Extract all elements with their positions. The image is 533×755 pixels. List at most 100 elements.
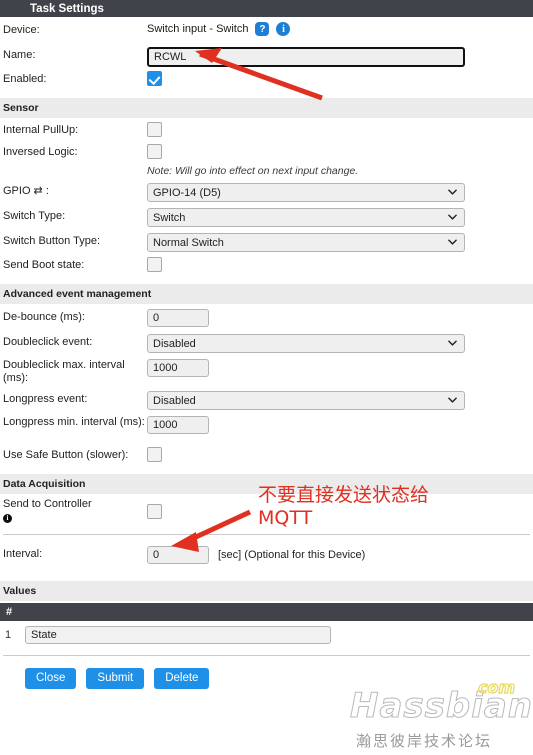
interval-label: Interval: (3, 548, 43, 560)
debounce-input-wrap (147, 306, 533, 327)
chevron-down-icon (448, 214, 457, 220)
inversed-logic-wrap (147, 142, 533, 159)
safe-button-row: Use Safe Button (slower): (0, 445, 533, 469)
section-header-values: Values (0, 581, 533, 601)
close-button[interactable]: Close (25, 668, 77, 689)
device-row: Device: Switch input - Switch ? i (0, 20, 533, 43)
longpress-event-select-wrap: Disabled (147, 388, 533, 410)
divider (3, 534, 530, 535)
debounce-input[interactable] (147, 309, 209, 327)
safe-button-wrap (147, 445, 533, 462)
switch-type-label: Switch Type: (3, 210, 66, 222)
send-to-controller-checkbox[interactable] (147, 504, 162, 519)
values-table-header: # (0, 603, 533, 621)
task-settings-form: Device: Switch input - Switch ? i Name: … (0, 20, 533, 689)
longpress-interval-input[interactable] (147, 416, 209, 434)
send-to-controller-label-wrap: Send to Controller i (0, 496, 147, 523)
divider-bottom (3, 655, 530, 656)
enabled-label: Enabled: (3, 73, 47, 85)
switch-type-row: Switch Type: Switch (0, 205, 533, 230)
table-row: 1 (0, 621, 533, 649)
doubleclick-event-select-value: Disabled (153, 337, 196, 350)
inversed-logic-row: Inversed Logic: (0, 142, 533, 164)
window-title-bar: Task Settings (0, 0, 533, 17)
switch-button-type-select[interactable]: Normal Switch (147, 233, 465, 252)
interval-row: Interval: [sec] (Optional for this Devic… (0, 543, 533, 568)
gpio-label: GPIO ⇄ : (3, 185, 49, 197)
longpress-event-label: Longpress event: (3, 393, 88, 405)
name-label: Name: (3, 49, 36, 61)
value-name-input[interactable] (25, 626, 331, 644)
gpio-select-value: GPIO-14 (D5) (153, 186, 221, 199)
chevron-down-icon (448, 340, 457, 346)
switch-type-select-value: Switch (153, 211, 186, 224)
send-boot-state-label: Send Boot state: (3, 259, 85, 271)
internal-pullup-label: Internal PullUp: (3, 124, 79, 136)
info-icon[interactable]: i (276, 22, 291, 36)
device-label: Device: (3, 24, 40, 36)
longpress-event-row: Longpress event: Disabled (0, 388, 533, 413)
name-input-wrap (147, 43, 533, 67)
gpio-select[interactable]: GPIO-14 (D5) (147, 183, 465, 202)
longpress-event-select-value: Disabled (153, 394, 196, 407)
doubleclick-event-select-wrap: Disabled (147, 331, 533, 353)
switch-button-type-label: Switch Button Type: (3, 235, 101, 247)
doubleclick-event-select[interactable]: Disabled (147, 334, 465, 353)
page-title: Task Settings (30, 2, 104, 15)
gpio-row: GPIO ⇄ : GPIO-14 (D5) (0, 180, 533, 205)
interval-input[interactable] (147, 546, 209, 564)
section-header-data-acquisition: Data Acquisition (0, 474, 533, 494)
send-to-controller-wrap (147, 496, 533, 519)
chevron-down-icon (448, 397, 457, 403)
internal-pullup-wrap (147, 120, 533, 137)
send-boot-state-row: Send Boot state: (0, 255, 533, 279)
watermark: Hassbian com 瀚思彼岸技术论坛 (349, 677, 532, 751)
switch-type-select[interactable]: Switch (147, 208, 465, 227)
safe-button-checkbox[interactable] (147, 447, 162, 462)
longpress-interval-input-wrap (147, 413, 533, 434)
submit-button[interactable]: Submit (86, 668, 145, 689)
help-icon[interactable]: ? (255, 22, 270, 36)
button-bar: Close Submit Delete (0, 664, 533, 689)
doubleclick-interval-label: Doubleclick max. interval (ms): (3, 359, 125, 384)
enabled-checkbox[interactable] (147, 71, 162, 86)
internal-pullup-row: Internal PullUp: (0, 120, 533, 142)
watermark-chinese-text: 瀚思彼岸技术论坛 (356, 732, 493, 750)
send-boot-state-checkbox[interactable] (147, 257, 162, 272)
enabled-row: Enabled: (0, 69, 533, 93)
interval-hint: [sec] (Optional for this Device) (218, 549, 366, 561)
delete-button[interactable]: Delete (154, 668, 210, 689)
send-boot-state-wrap (147, 255, 533, 272)
doubleclick-interval-row: Doubleclick max. interval (ms): (0, 356, 533, 388)
debounce-label: De-bounce (ms): (3, 311, 85, 323)
longpress-event-select[interactable]: Disabled (147, 391, 465, 410)
sensor-note: Note: Will go into effect on next input … (147, 165, 359, 177)
doubleclick-event-row: Doubleclick event: Disabled (0, 331, 533, 356)
section-header-sensor: Sensor (0, 98, 533, 118)
section-header-advanced: Advanced event management (0, 284, 533, 304)
longpress-interval-row: Longpress min. interval (ms): (0, 413, 533, 445)
send-to-controller-info-icon[interactable]: i (3, 513, 12, 523)
switch-button-type-row: Switch Button Type: Normal Switch (0, 230, 533, 255)
internal-pullup-checkbox[interactable] (147, 122, 162, 137)
chevron-down-icon (448, 239, 457, 245)
inversed-logic-checkbox[interactable] (147, 144, 162, 159)
safe-button-label: Use Safe Button (slower): (3, 449, 129, 461)
device-value-group: Switch input - Switch ? i (147, 20, 533, 36)
doubleclick-interval-input-wrap (147, 356, 533, 377)
chevron-down-icon (448, 189, 457, 195)
name-row: Name: (0, 43, 533, 69)
doubleclick-interval-input[interactable] (147, 359, 209, 377)
value-row-index: 1 (5, 629, 12, 641)
device-value: Switch input - Switch (147, 23, 249, 35)
values-column-index-header: # (6, 606, 13, 618)
switch-button-type-select-wrap: Normal Switch (147, 230, 533, 252)
send-to-controller-label: Send to Controller (3, 498, 92, 510)
enabled-checkbox-wrap (147, 69, 533, 86)
send-to-controller-row: Send to Controller i (0, 496, 533, 526)
switch-type-select-wrap: Switch (147, 205, 533, 227)
watermark-main-text: Hassbian (349, 686, 533, 727)
interval-input-wrap: [sec] (Optional for this Device) (147, 543, 533, 564)
inversed-logic-label: Inversed Logic: (3, 146, 78, 158)
name-input[interactable] (147, 47, 465, 67)
